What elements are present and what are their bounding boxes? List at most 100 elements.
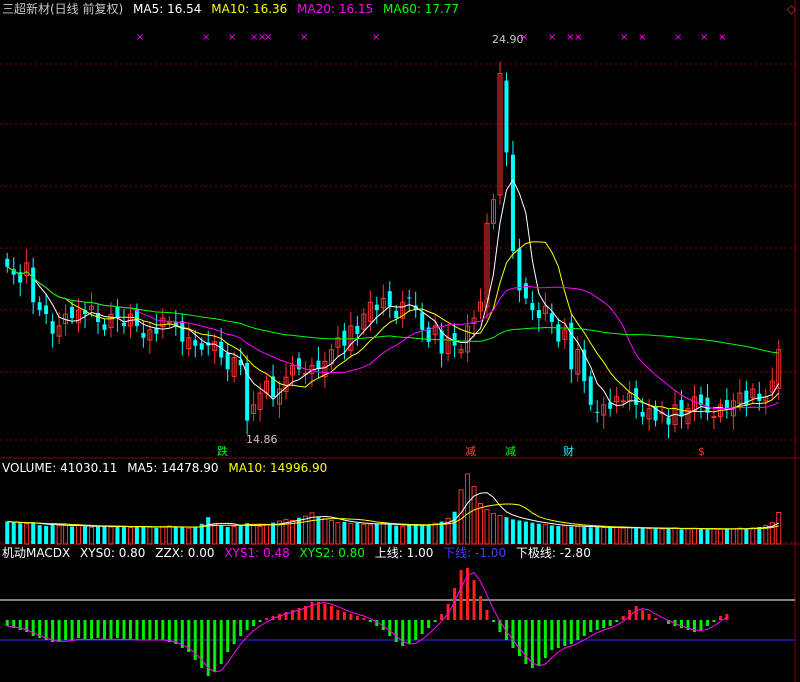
volume-bar-down [394, 525, 399, 544]
event-marker[interactable]: $ [698, 446, 705, 458]
volume-bar-up [166, 525, 172, 545]
volume-header: VOLUME: 41030.11 MA5: 14478.90 MA10: 149… [2, 461, 333, 475]
signal-marker: × [718, 32, 726, 43]
ma60-line [6, 266, 779, 354]
candle-down [536, 310, 541, 319]
corner-diamond-icon[interactable]: ◇ [787, 2, 796, 16]
volume-bar-up [400, 525, 406, 545]
macd-panel [0, 568, 795, 676]
candle-down [510, 154, 515, 251]
signal-marker: × [264, 32, 272, 43]
candle-down [530, 303, 535, 311]
volume-bar-down [420, 525, 425, 544]
volume-bar-down [342, 521, 347, 544]
volume-bar-up [465, 473, 471, 545]
candle-down [102, 324, 107, 330]
candle-down [121, 322, 126, 326]
ma10-value: MA10: 16.36 [211, 2, 288, 16]
volume-bar-up [302, 515, 308, 545]
event-marker[interactable]: 减 [465, 446, 476, 458]
volume-bar-down [504, 517, 509, 544]
volume-bar-down [595, 526, 600, 544]
volume-bar-down [154, 527, 159, 544]
volume-bar-down [407, 525, 412, 544]
volume-bar-down [238, 524, 243, 544]
candle-down [387, 291, 392, 307]
volume-panel [5, 473, 782, 545]
volume-bar-down [225, 527, 230, 544]
event-marker[interactable]: 跌 [217, 446, 228, 458]
volume-bar-down [44, 525, 49, 544]
volume-bar-down [523, 521, 528, 544]
volume-bar-up [575, 525, 581, 545]
candle-down [569, 322, 574, 370]
volume-bar-up [322, 518, 328, 545]
ma20-line [6, 266, 779, 410]
volume-bar-down [193, 527, 198, 544]
volume-bar-down [219, 525, 224, 544]
candle-down [556, 324, 561, 342]
volume-bar-down [757, 527, 762, 544]
event-marker[interactable]: 财 [563, 446, 574, 458]
volume-bar-down [679, 529, 684, 544]
candle-down [44, 305, 49, 315]
volume-bar-up [56, 525, 62, 545]
candle-down [595, 411, 600, 413]
volume-bar-up [367, 524, 373, 545]
volume-bar-up [160, 526, 166, 545]
volume-bar-down [70, 526, 75, 544]
volume-bar-down [666, 528, 671, 544]
volume-bar-down [374, 523, 379, 544]
volume-bar-down [50, 524, 55, 544]
candle-down [70, 306, 75, 319]
signal-marker: × [136, 32, 144, 43]
volume-bar-down [608, 527, 613, 544]
volume-bar-up [490, 512, 496, 545]
candle-down [342, 330, 347, 346]
low-price-label: 14.86 [246, 433, 278, 446]
volume-bar-down [426, 524, 431, 544]
volume-bar-up [231, 526, 237, 545]
volume-bar-down [698, 528, 703, 544]
volume-bar-down [141, 526, 146, 544]
candle-down [407, 297, 412, 299]
volume-bar-down [569, 526, 574, 544]
volume-bar-down [206, 517, 211, 544]
macd-name: 机动MACDX [2, 546, 71, 560]
volume-bar-up [76, 524, 82, 545]
volume-bar-down [102, 526, 107, 544]
volume-bar-down [724, 528, 729, 544]
volume-bar-up [497, 515, 503, 545]
volume-bar-up [264, 524, 270, 545]
event-marker[interactable]: 减 [505, 446, 516, 458]
candle-down [439, 330, 444, 354]
ma10-line [6, 241, 780, 413]
volume-bar-down [634, 528, 639, 544]
candle-down [225, 352, 230, 370]
volume-bar-down [134, 526, 139, 544]
volume-bar-down [355, 522, 360, 544]
volume-bar-down [452, 511, 457, 544]
signal-marker: × [574, 32, 582, 43]
volume-bar-down [530, 522, 535, 544]
candle-down [679, 400, 684, 417]
volume-bar-up [614, 526, 620, 545]
volume-bar-up [108, 526, 114, 545]
xys1-value: XYS1: 0.48 [224, 546, 290, 560]
volume-bar-up [484, 509, 490, 545]
signal-marker: × [548, 32, 556, 43]
candle-down [705, 397, 710, 413]
volume-bar-up [212, 522, 218, 545]
volume-bar-down [640, 527, 645, 544]
volume-bar-up [432, 522, 438, 545]
price-grid [0, 0, 800, 682]
candle-down [31, 267, 36, 303]
signal-marker: × [638, 32, 646, 43]
bottom-line-value: 下极线: -2.80 [515, 546, 591, 560]
xys0-value: XYS0: 0.80 [80, 546, 146, 560]
candle-down [640, 411, 645, 417]
candle-down [523, 283, 528, 299]
volume-bar-up [348, 522, 354, 545]
candle-down [394, 310, 399, 319]
candle-down [666, 417, 671, 425]
